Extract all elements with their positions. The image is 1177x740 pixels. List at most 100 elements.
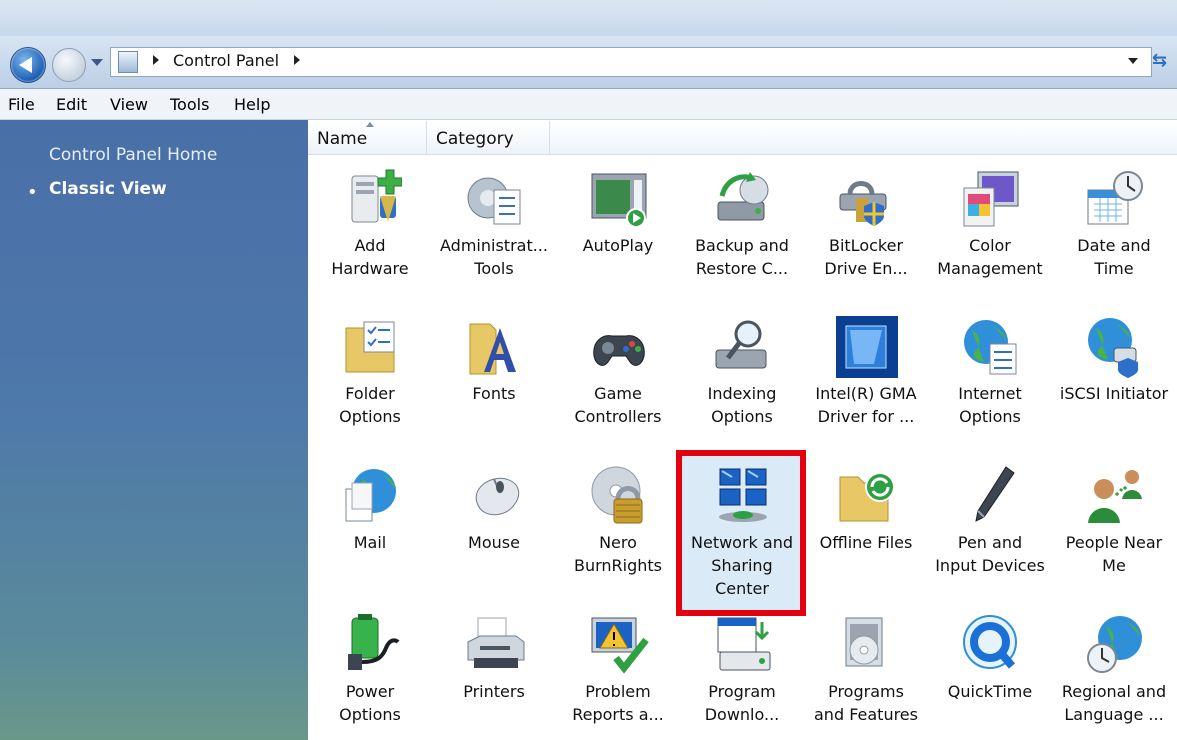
forward-button[interactable] (52, 48, 86, 82)
date-time-icon (1084, 168, 1146, 230)
control-panel-item[interactable]: Add Hardware (308, 160, 432, 306)
item-label: Power Options (339, 682, 401, 724)
control-panel-item[interactable]: iSCSI Initiator (1052, 308, 1176, 454)
column-header-name[interactable]: Name (308, 121, 427, 155)
item-label: Intel(R) GMA Driver for ... (815, 384, 917, 426)
control-panel-item[interactable]: Power Options (308, 606, 432, 740)
item-label: Network and Sharing Center (691, 533, 793, 598)
column-header-name-label: Name (317, 129, 368, 149)
menu-help[interactable]: Help (234, 95, 270, 114)
breadcrumb-arrow-icon[interactable] (294, 55, 300, 65)
menu-view[interactable]: View (110, 95, 148, 114)
item-label: Problem Reports a... (572, 682, 664, 724)
item-label: iSCSI Initiator (1059, 384, 1169, 403)
item-label: Internet Options (958, 384, 1022, 426)
task-pane (0, 120, 308, 740)
control-panel-item[interactable]: Regional and Language ... (1052, 606, 1176, 740)
control-panel-item[interactable]: Game Controllers (556, 308, 680, 454)
indexing-options-icon (712, 316, 774, 378)
menu-tools[interactable]: Tools (170, 95, 209, 114)
menu-edit[interactable]: Edit (56, 95, 87, 114)
pen-input-icon (960, 465, 1022, 527)
item-label: Regional and Language ... (1061, 682, 1167, 724)
item-label: Backup and Restore C... (695, 236, 789, 278)
control-panel-item[interactable]: Pen and Input Devices (928, 457, 1052, 603)
item-label: People Near Me (1065, 533, 1163, 575)
autoplay-icon (588, 168, 650, 230)
problem-reports-icon (588, 614, 650, 676)
item-label: AutoPlay (582, 236, 654, 255)
control-panel-item[interactable]: People Near Me (1052, 457, 1176, 603)
bullet-icon: • (27, 182, 38, 203)
color-management-icon (960, 168, 1022, 230)
item-label: Folder Options (339, 384, 401, 426)
control-panel-item[interactable]: Fonts (432, 308, 556, 454)
control-panel-icon (118, 51, 138, 73)
iscsi-initiator-icon (1084, 316, 1146, 378)
control-panel-item[interactable]: Network and Sharing Center (680, 457, 804, 603)
offline-files-icon (836, 465, 898, 527)
control-panel-item[interactable]: Problem Reports a... (556, 606, 680, 740)
control-panel-home-link[interactable]: Control Panel Home (49, 145, 217, 165)
control-panel-item[interactable]: Folder Options (308, 308, 432, 454)
administrative-tools-icon (464, 168, 526, 230)
breadcrumb-arrow-icon[interactable] (153, 55, 159, 65)
refresh-icon[interactable]: ⇆ (1152, 50, 1167, 71)
game-controller-icon (588, 316, 650, 378)
control-panel-item[interactable]: Intel(R) GMA Driver for ... (804, 308, 928, 454)
item-label: Printers (463, 682, 525, 701)
control-panel-item[interactable]: Mail (308, 457, 432, 603)
item-label: QuickTime (947, 682, 1033, 701)
control-panel-item[interactable]: Printers (432, 606, 556, 740)
item-label: Mail (353, 533, 387, 552)
item-label: Date and Time (1077, 236, 1151, 278)
back-button[interactable] (10, 47, 46, 83)
control-panel-item[interactable]: Administrat... Tools (432, 160, 556, 306)
mouse-icon (464, 465, 526, 527)
menu-file[interactable]: File (8, 95, 35, 114)
item-label: Fonts (472, 384, 516, 403)
control-panel-item[interactable]: Nero BurnRights (556, 457, 680, 603)
item-label: Color Management (937, 236, 1043, 278)
people-near-me-icon (1084, 465, 1146, 527)
control-panel-item[interactable]: Offline Files (804, 457, 928, 603)
quicktime-icon (960, 614, 1022, 676)
folder-options-icon (340, 316, 402, 378)
item-label: BitLocker Drive En... (824, 236, 908, 278)
title-bar (0, 0, 1177, 37)
programs-features-icon (836, 614, 898, 676)
control-panel-item[interactable]: Programs and Features (804, 606, 928, 740)
recent-pages-dropdown[interactable] (91, 59, 103, 66)
control-panel-item[interactable]: Indexing Options (680, 308, 804, 454)
control-panel-item[interactable]: Date and Time (1052, 160, 1176, 306)
control-panel-item[interactable]: QuickTime (928, 606, 1052, 740)
classic-view-link[interactable]: Classic View (49, 179, 167, 199)
power-options-icon (340, 614, 402, 676)
item-label: Program Downlo... (704, 682, 780, 724)
control-panel-item[interactable]: Backup and Restore C... (680, 160, 804, 306)
item-label: Mouse (468, 533, 520, 552)
control-panel-item[interactable]: AutoPlay (556, 160, 680, 306)
control-panel-item[interactable]: BitLocker Drive En... (804, 160, 928, 306)
fonts-icon (464, 316, 526, 378)
item-label: Programs and Features (814, 682, 918, 724)
item-label: Offline Files (819, 533, 913, 552)
column-header-filler (550, 121, 1177, 155)
backup-restore-icon (712, 168, 774, 230)
add-hardware-icon (340, 168, 403, 230)
program-download-icon (712, 614, 774, 676)
control-panel-item[interactable]: Mouse (432, 457, 556, 603)
item-label: Game Controllers (574, 384, 662, 426)
column-header-category[interactable]: Category (427, 121, 550, 155)
breadcrumb-control-panel[interactable]: Control Panel (173, 51, 279, 70)
control-panel-item[interactable]: Program Downlo... (680, 606, 804, 740)
nero-burnrights-icon (588, 465, 650, 527)
item-label: Add Hardware (331, 236, 409, 278)
control-panel-item[interactable]: Color Management (928, 160, 1052, 306)
regional-language-icon (1084, 614, 1146, 676)
address-dropdown-icon[interactable] (1128, 58, 1138, 64)
mail-icon (340, 465, 402, 527)
control-panel-item[interactable]: Internet Options (928, 308, 1052, 454)
item-label: Nero BurnRights (573, 533, 663, 575)
column-header-category-label: Category (436, 129, 514, 149)
